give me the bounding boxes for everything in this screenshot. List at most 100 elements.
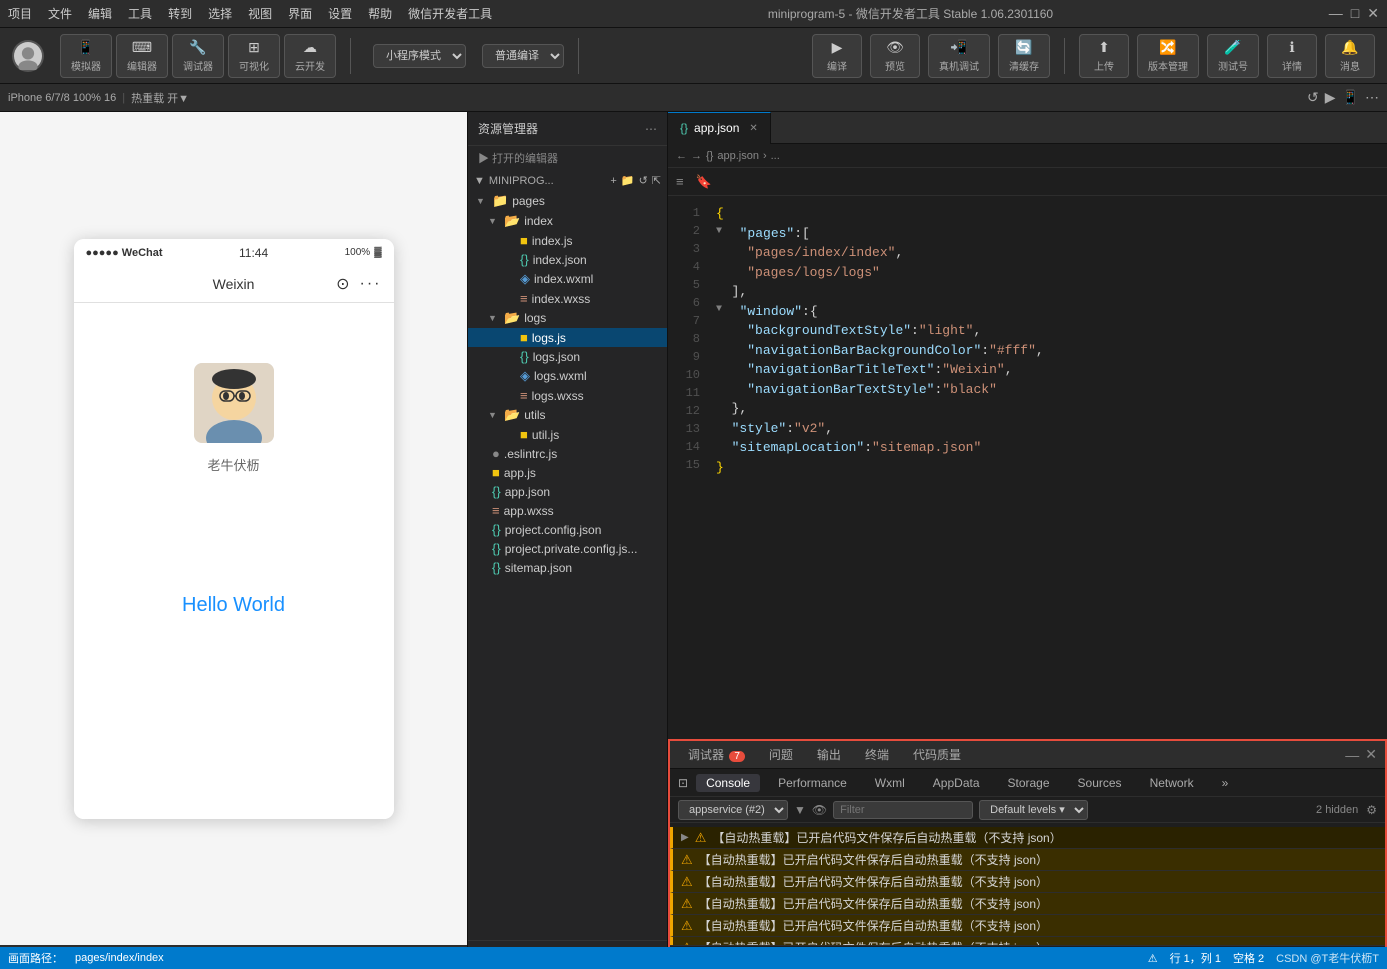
tree-item-sitemap[interactable]: {} sitemap.json [468, 558, 667, 577]
inspect-icon[interactable]: ⊡ [678, 776, 688, 790]
tree-item-logs-folder[interactable]: ▼ 📂 logs [468, 308, 667, 328]
log-level-select[interactable]: Default levels ▾ [979, 800, 1088, 820]
tree-item-index-wxml[interactable]: ◈ index.wxml [468, 269, 667, 289]
simulator-toggle-btn[interactable]: 📱 模拟器 [60, 34, 112, 78]
minimap-icon[interactable]: ≡ [672, 172, 688, 191]
tab-app-json[interactable]: {} app.json ✕ [668, 112, 771, 144]
console-filter-input[interactable] [833, 801, 973, 819]
menu-item-help[interactable]: 帮助 [368, 5, 392, 22]
debug-minimize-icon[interactable]: — [1345, 747, 1359, 763]
add-folder-icon[interactable]: 📁 [621, 174, 635, 187]
tree-item-utils-folder[interactable]: ▼ 📂 utils [468, 405, 667, 425]
bookmark-icon[interactable]: 🔖 [692, 172, 716, 192]
open-editors-section[interactable]: ▶ 打开的编辑器 [468, 146, 667, 170]
console-tab-performance[interactable]: Performance [768, 774, 857, 792]
menu-item-edit[interactable]: 编辑 [88, 5, 112, 22]
status-path-value[interactable]: pages/index/index [75, 952, 164, 964]
console-tab-console[interactable]: Console [696, 774, 760, 792]
maximize-button[interactable]: □ [1351, 5, 1359, 22]
editor-toggle-btn[interactable]: ⌨ 编辑器 [116, 34, 168, 78]
tree-item-logs-json[interactable]: {} logs.json [468, 347, 667, 366]
tree-item-logs-js[interactable]: ■ logs.js [468, 328, 667, 347]
tree-item-logs-wxml[interactable]: ◈ logs.wxml [468, 366, 667, 386]
phone-record-icon[interactable]: ⊙ [336, 274, 349, 294]
close-button[interactable]: ✕ [1367, 5, 1379, 22]
debug-tab-output[interactable]: 输出 [807, 744, 851, 765]
console-tab-more[interactable]: » [1212, 774, 1239, 792]
console-tab-storage[interactable]: Storage [998, 774, 1060, 792]
collapse-tree-icon[interactable]: ⇱ [652, 174, 661, 187]
test-number-btn[interactable]: 🧪 测试号 [1207, 34, 1259, 78]
compile-select[interactable]: 普通编译 [482, 44, 564, 68]
nav-forward-icon[interactable]: → [691, 150, 702, 162]
refresh-tree-icon[interactable]: ↺ [639, 174, 648, 187]
tab-close-icon[interactable]: ✕ [749, 123, 757, 134]
menu-item-settings[interactable]: 设置 [328, 5, 352, 22]
tree-item-eslint[interactable]: ● .eslintrc.js [468, 444, 667, 463]
console-tab-appdata[interactable]: AppData [923, 774, 990, 792]
tree-item-index-js[interactable]: ■ index.js [468, 231, 667, 250]
tree-item-project-config[interactable]: {} project.config.json [468, 520, 667, 539]
clear-cache-btn[interactable]: 🔄 清缓存 [998, 34, 1050, 78]
phone-nav-more[interactable]: ··· [360, 275, 382, 293]
menu-item-goto[interactable]: 转到 [168, 5, 192, 22]
debug-tab-debugger[interactable]: 调试器 7 [678, 744, 755, 765]
menu-item-tools[interactable]: 工具 [128, 5, 152, 22]
dropdown-arrow-icon[interactable]: ▼ [794, 803, 806, 817]
eye-icon[interactable]: 👁 [812, 803, 827, 817]
js-file-icon: ■ [520, 330, 528, 345]
play-icon[interactable]: ▶ [1325, 89, 1336, 106]
console-tab-sources[interactable]: Sources [1068, 774, 1132, 792]
menu-item-view[interactable]: 视图 [248, 5, 272, 22]
visual-toggle-btn[interactable]: ⊞ 可视化 [228, 34, 280, 78]
nav-back-icon[interactable]: ← [676, 150, 687, 162]
minimize-button[interactable]: — [1329, 5, 1343, 22]
upload-btn[interactable]: ⬆ 上传 [1079, 34, 1129, 78]
status-line-col[interactable]: 行 1，列 1 [1170, 950, 1221, 966]
status-spaces[interactable]: 空格 2 [1233, 950, 1264, 966]
tree-item-app-json[interactable]: {} app.json [468, 482, 667, 501]
compile-btn[interactable]: ▶ 编译 [812, 34, 862, 78]
debug-settings-icon[interactable]: ⚙ [1366, 803, 1377, 817]
console-tab-network[interactable]: Network [1140, 774, 1204, 792]
tree-item-app-js[interactable]: ■ app.js [468, 463, 667, 482]
tree-item-util-js[interactable]: ■ util.js [468, 425, 667, 444]
tree-item-logs-wxss[interactable]: ≡ logs.wxss [468, 386, 667, 405]
debugger-toggle-btn[interactable]: 🔧 调试器 [172, 34, 224, 78]
project-collapse-icon[interactable]: ▼ [474, 175, 485, 187]
version-manage-btn[interactable]: 🔀 版本管理 [1137, 34, 1199, 78]
phone-icon[interactable]: 📱 [1342, 89, 1359, 106]
menu-item-interface[interactable]: 界面 [288, 5, 312, 22]
tree-item-pages[interactable]: ▼ 📁 pages [468, 191, 667, 211]
add-file-icon[interactable]: + [610, 175, 616, 187]
context-select[interactable]: appservice (#2) [678, 800, 788, 820]
debug-tab-quality[interactable]: 代码质量 [903, 744, 971, 765]
menu-item-file[interactable]: 文件 [48, 5, 72, 22]
messages-btn[interactable]: 🔔 消息 [1325, 34, 1375, 78]
collapse-toggle-icon[interactable]: ▶ [681, 832, 689, 843]
debug-tab-issues[interactable]: 问题 [759, 744, 803, 765]
tree-item-project-private[interactable]: {} project.private.config.js... [468, 539, 667, 558]
hotreload-toggle[interactable]: 热重载 开▼ [131, 90, 189, 106]
refresh-icon[interactable]: ↺ [1307, 89, 1319, 106]
tree-item-app-wxss[interactable]: ≡ app.wxss [468, 501, 667, 520]
preview-btn[interactable]: 👁 预览 [870, 34, 920, 78]
real-debug-btn[interactable]: 📲 真机调试 [928, 34, 990, 78]
menu-item-wechat-devtools[interactable]: 微信开发者工具 [408, 5, 492, 22]
details-btn[interactable]: ℹ 详情 [1267, 34, 1317, 78]
menu-item-project[interactable]: 项目 [8, 5, 32, 22]
tree-item-index-wxss[interactable]: ≡ index.wxss [468, 289, 667, 308]
mode-select[interactable]: 小程序模式 [373, 44, 466, 68]
tree-item-index-folder[interactable]: ▼ 📂 index [468, 211, 667, 231]
tree-item-index-json[interactable]: {} index.json [468, 250, 667, 269]
debug-console[interactable]: ▶ ⚠ 【自动热重载】已开启代码文件保存后自动热重载（不支持 json） ⚠ 【… [670, 823, 1385, 945]
more-icon[interactable]: ⋯ [1365, 89, 1379, 106]
user-avatar[interactable] [12, 40, 44, 72]
debug-tab-terminal[interactable]: 终端 [855, 744, 899, 765]
debug-close-icon[interactable]: ✕ [1365, 746, 1377, 763]
menu-item-select[interactable]: 选择 [208, 5, 232, 22]
console-tab-wxml[interactable]: Wxml [865, 774, 915, 792]
explorer-more-icon[interactable]: ⋯ [645, 122, 657, 136]
device-name[interactable]: iPhone 6/7/8 100% 16 [8, 92, 116, 104]
cloud-toggle-btn[interactable]: ☁ 云开发 [284, 34, 336, 78]
